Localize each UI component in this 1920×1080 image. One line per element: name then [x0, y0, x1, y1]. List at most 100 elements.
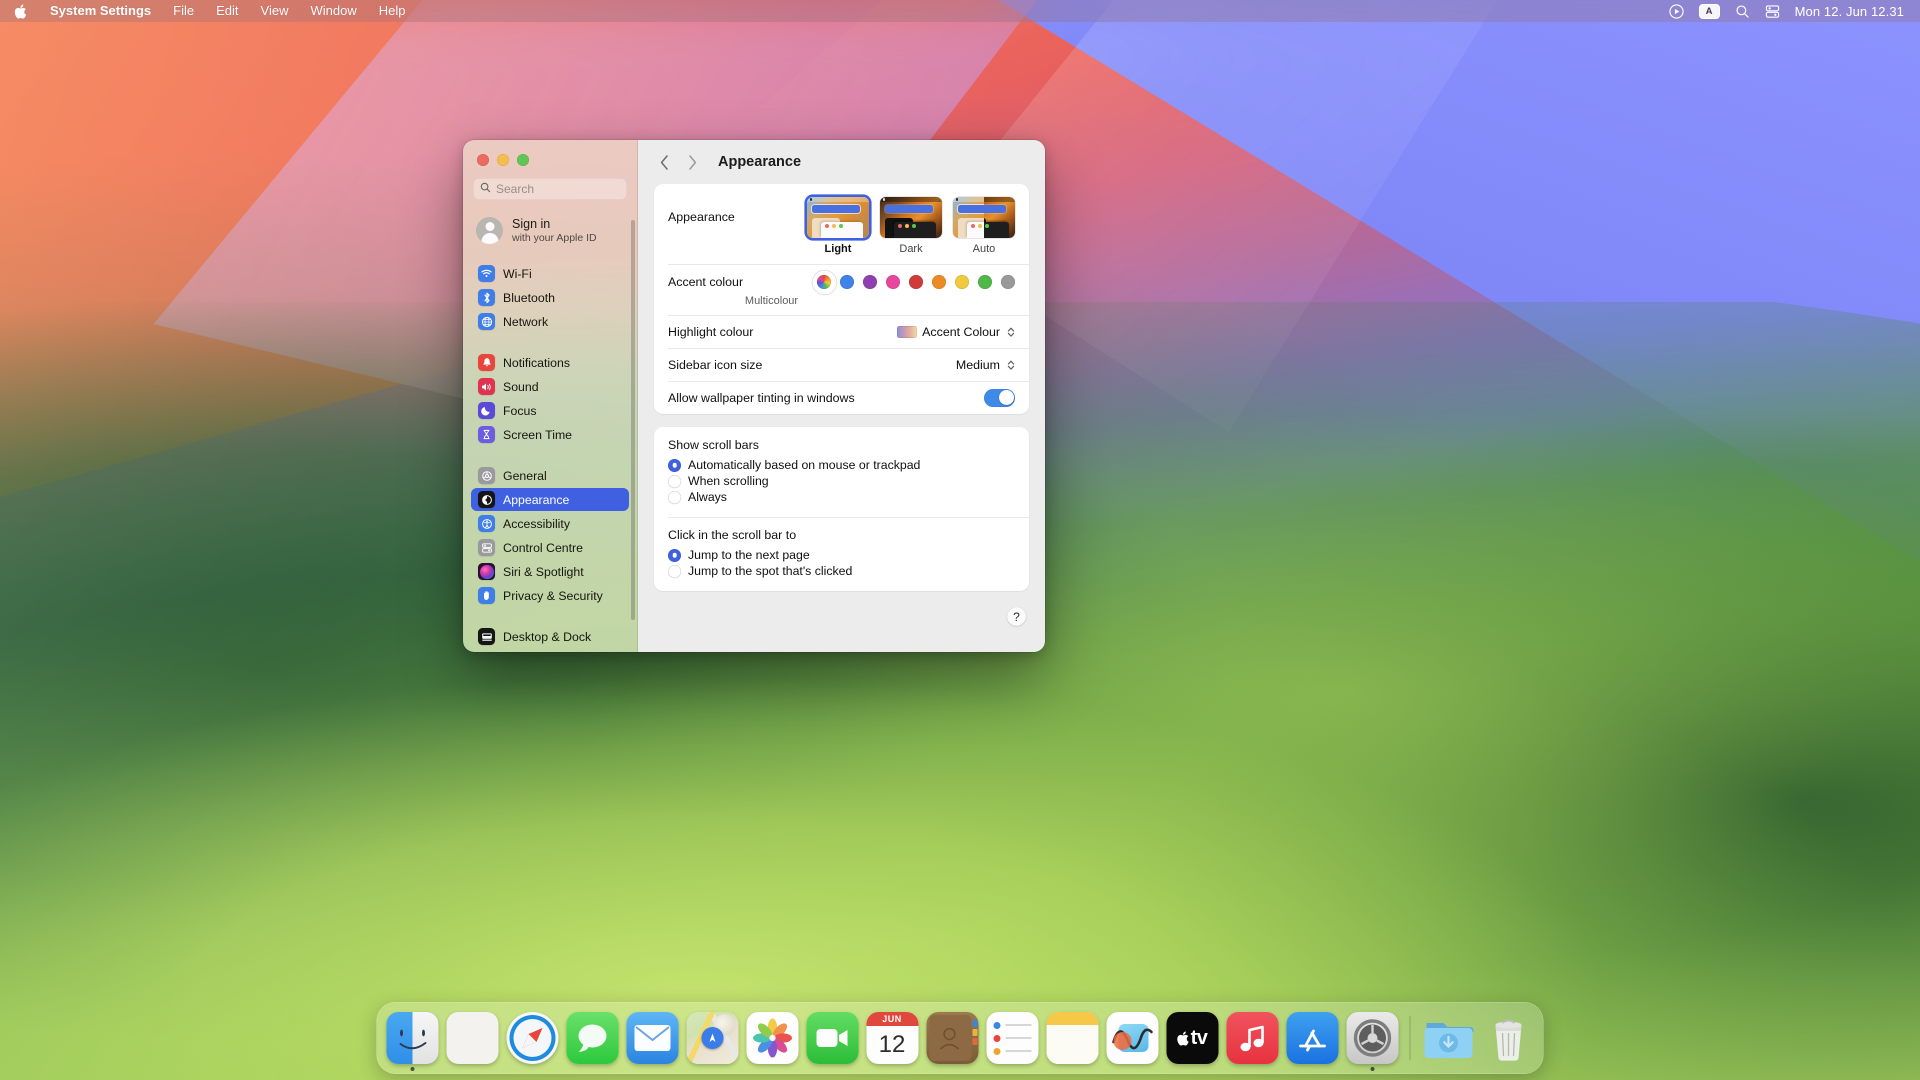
- sidebar-item-accessibility[interactable]: Accessibility: [471, 512, 629, 535]
- highlight-colour-popup[interactable]: Accent Colour: [897, 325, 1015, 339]
- appearance-mode-row: Appearance Light Dark Auto: [654, 184, 1029, 264]
- sidebar-item-siri-and-spotlight[interactable]: Siri & Spotlight: [471, 560, 629, 583]
- menu-file[interactable]: File: [162, 2, 205, 20]
- accent-swatch-graphite[interactable]: [1001, 275, 1015, 289]
- accent-swatch-multicolour[interactable]: [817, 275, 831, 289]
- scroll-bar-option-automatic[interactable]: Automatically based on mouse or trackpad: [668, 457, 1015, 473]
- sidebar-item-general[interactable]: General: [471, 464, 629, 487]
- dock-item-reminders[interactable]: [985, 1012, 1040, 1064]
- system-settings-window: Sign in with your Apple ID Wi-Fi: [463, 140, 1045, 652]
- dock-item-notes[interactable]: [1045, 1012, 1100, 1064]
- menu-view[interactable]: View: [250, 2, 300, 20]
- sidebar-item-desktop-and-dock[interactable]: Desktop & Dock: [471, 625, 629, 648]
- sidebar-item-label: General: [503, 468, 547, 483]
- radio-button[interactable]: [668, 458, 681, 472]
- dock-item-contacts[interactable]: [925, 1012, 980, 1064]
- sidebar-item-sound[interactable]: Sound: [471, 375, 629, 398]
- notifications-bell-icon: [478, 354, 495, 372]
- minimise-button[interactable]: [497, 154, 509, 166]
- radio-button[interactable]: [668, 548, 681, 562]
- sidebar-item-bluetooth[interactable]: Bluetooth: [471, 286, 629, 309]
- appearance-mode-light[interactable]: Light: [807, 197, 869, 255]
- dark-mode-thumbnail: [880, 197, 942, 238]
- chevron-up-down-icon: [1007, 359, 1015, 371]
- dock-item-facetime[interactable]: [805, 1012, 860, 1064]
- accent-swatch-green[interactable]: [978, 275, 992, 289]
- menu-app-name[interactable]: System Settings: [39, 2, 162, 20]
- dark-mode-label: Dark: [899, 243, 923, 255]
- sidebar-item-focus[interactable]: Focus: [471, 399, 629, 422]
- appearance-mode-auto[interactable]: Auto: [953, 197, 1015, 255]
- highlight-colour-label: Highlight colour: [668, 324, 754, 339]
- appearance-mode-dark[interactable]: Dark: [880, 197, 942, 255]
- apple-logo-icon[interactable]: [0, 4, 39, 19]
- pane-body: Appearance Light Dark Auto Accent colour…: [638, 184, 1045, 652]
- accent-swatch-yellow[interactable]: [955, 275, 969, 289]
- dock-item-trash[interactable]: [1481, 1012, 1536, 1064]
- dock-item-downloads[interactable]: [1421, 1012, 1476, 1064]
- click-option-next-page[interactable]: Jump to the next page: [668, 547, 1015, 563]
- safari-icon: [506, 1012, 558, 1064]
- spotlight-search-icon[interactable]: [1735, 4, 1750, 19]
- accent-colour-row: Accent colour Multicolour: [654, 264, 1029, 315]
- control-centre-icon[interactable]: [1765, 4, 1780, 19]
- wallpaper-tinting-toggle[interactable]: [984, 388, 1015, 407]
- menu-help[interactable]: Help: [368, 2, 417, 20]
- accent-swatch-purple[interactable]: [863, 275, 877, 289]
- sidebar-item-control-centre[interactable]: Control Centre: [471, 536, 629, 559]
- dock-item-freeform[interactable]: [1105, 1012, 1160, 1064]
- dock-item-launchpad[interactable]: [445, 1012, 500, 1064]
- back-button[interactable]: [652, 150, 676, 174]
- menu-bar-clock[interactable]: Mon 12. Jun 12.31: [1795, 4, 1904, 19]
- sidebar-item-privacy-and-security[interactable]: Privacy & Security: [471, 584, 629, 607]
- help-button[interactable]: ?: [1007, 607, 1026, 626]
- account-subtitle: with your Apple ID: [512, 231, 597, 244]
- account-text: Sign in with your Apple ID: [512, 217, 597, 244]
- menu-window[interactable]: Window: [299, 2, 367, 20]
- dock-item-music[interactable]: [1225, 1012, 1280, 1064]
- dock-item-mail[interactable]: [625, 1012, 680, 1064]
- sidebar-item-network[interactable]: Network: [471, 310, 629, 333]
- scroll-bar-option-when-scrolling[interactable]: When scrolling: [668, 473, 1015, 489]
- accent-swatch-blue[interactable]: [840, 275, 854, 289]
- reminders-icon: [986, 1012, 1038, 1064]
- sidebar-item-label: Bluetooth: [503, 290, 555, 305]
- dock-item-messages[interactable]: [565, 1012, 620, 1064]
- dock-item-appstore[interactable]: [1285, 1012, 1340, 1064]
- dock-item-system-settings[interactable]: [1345, 1012, 1400, 1071]
- accent-swatch-orange[interactable]: [932, 275, 946, 289]
- dock-item-finder[interactable]: [385, 1012, 440, 1071]
- sidebar-item-label: Screen Time: [503, 427, 573, 442]
- search-container: [463, 166, 637, 200]
- accent-swatch-red[interactable]: [909, 275, 923, 289]
- sidebar-item-screen-time[interactable]: Screen Time: [471, 423, 629, 446]
- radio-button[interactable]: [668, 490, 681, 504]
- sidebar-item-apple-account[interactable]: Sign in with your Apple ID: [471, 206, 629, 255]
- menu-edit[interactable]: Edit: [205, 2, 249, 20]
- sidebar-icon-size-popup[interactable]: Medium: [956, 358, 1015, 372]
- search-input[interactable]: [496, 182, 620, 196]
- sidebar-item-wi-fi[interactable]: Wi-Fi: [471, 262, 629, 285]
- sidebar-scroll-area[interactable]: Sign in with your Apple ID Wi-Fi Bluetoo…: [463, 206, 637, 652]
- dock-item-maps[interactable]: [685, 1012, 740, 1064]
- input-source-icon[interactable]: A: [1698, 3, 1720, 19]
- radio-button[interactable]: [668, 474, 681, 488]
- sidebar-item-notifications[interactable]: Notifications: [471, 351, 629, 374]
- accent-swatch-pink[interactable]: [886, 275, 900, 289]
- zoom-button[interactable]: [517, 154, 529, 166]
- click-option-spot-clicked[interactable]: Jump to the spot that's clicked: [668, 563, 1015, 579]
- forward-button[interactable]: [680, 150, 704, 174]
- dock-item-safari[interactable]: [505, 1012, 560, 1064]
- sidebar-item-appearance[interactable]: Appearance: [471, 488, 629, 512]
- sidebar-item-displays[interactable]: Displays: [471, 649, 629, 652]
- close-button[interactable]: [477, 154, 489, 166]
- scroll-bar-option-always[interactable]: Always: [668, 489, 1015, 505]
- dock-item-photos[interactable]: [745, 1012, 800, 1064]
- calendar-month: JUN: [866, 1012, 918, 1026]
- dock-item-tv[interactable]: tv: [1165, 1012, 1220, 1064]
- dock-item-calendar[interactable]: JUN 12: [865, 1012, 920, 1064]
- screen-recording-icon[interactable]: [1668, 3, 1684, 19]
- radio-button[interactable]: [668, 564, 681, 578]
- sidebar-scrollbar[interactable]: [631, 220, 635, 620]
- search-box[interactable]: [473, 178, 627, 200]
